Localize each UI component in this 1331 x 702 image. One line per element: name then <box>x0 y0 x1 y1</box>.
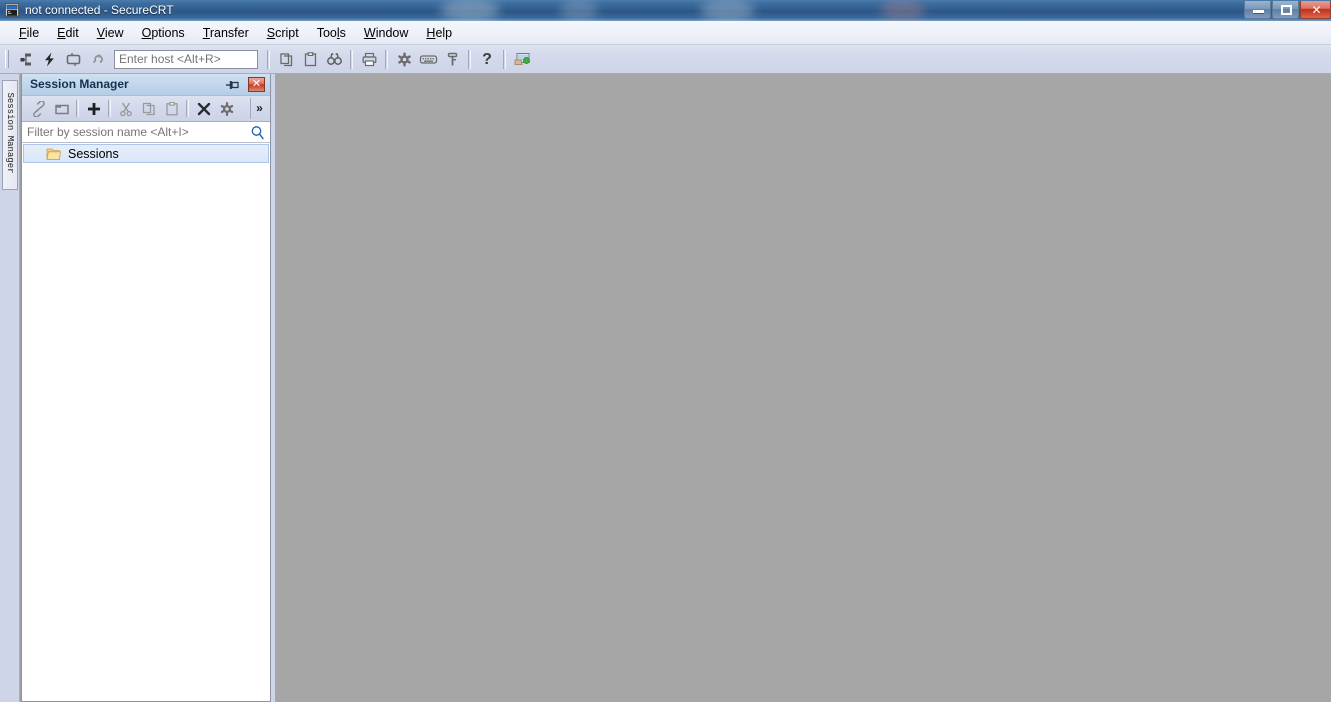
delete-icon[interactable] <box>192 98 215 120</box>
minimize-button[interactable] <box>1244 1 1271 19</box>
close-panel-button[interactable]: ✕ <box>248 77 265 92</box>
session-tree: Sessions <box>22 143 270 163</box>
session-options-icon[interactable] <box>510 47 534 71</box>
properties-gear-icon[interactable] <box>215 98 238 120</box>
quick-connect-icon[interactable] <box>37 47 61 71</box>
connect-icon[interactable] <box>13 47 37 71</box>
session-manager-header[interactable]: Session Manager ✕ <box>22 74 270 96</box>
auto-hide-pin-icon[interactable] <box>225 78 240 92</box>
window-title: not connected - SecureCRT <box>25 3 174 17</box>
maximize-glyph <box>1281 5 1292 15</box>
host-input[interactable] <box>114 49 258 69</box>
filter-input[interactable] <box>22 122 247 142</box>
tree-item-sessions[interactable]: Sessions <box>23 144 269 163</box>
title-bar[interactable]: not connected - SecureCRT ✕ <box>0 0 1331 21</box>
menu-tools[interactable]: Tools <box>308 23 355 43</box>
panel-toolbar-separator-3 <box>186 100 189 117</box>
filter-row <box>22 122 270 143</box>
side-tab-session-manager[interactable]: Session Manager <box>2 80 18 190</box>
close-panel-glyph: ✕ <box>251 78 262 90</box>
tree-item-label: Sessions <box>68 146 119 161</box>
toolbar-separator-4 <box>468 49 471 69</box>
key-icon[interactable] <box>440 47 464 71</box>
cut-icon[interactable] <box>114 98 137 120</box>
menu-script[interactable]: Script <box>258 23 308 43</box>
toolbar-overflow-button[interactable]: » <box>250 98 268 119</box>
titlebar-glass-4 <box>880 0 925 21</box>
menu-file[interactable]: File <box>10 23 48 43</box>
minimize-glyph <box>1253 10 1264 13</box>
reconnect-icon[interactable] <box>85 47 109 71</box>
toolbar-separator-2 <box>350 49 353 69</box>
menu-bar: File Edit View Options Transfer Script T… <box>0 21 1331 45</box>
session-manager-toolbar: » <box>22 96 270 122</box>
toolbar-separator-3 <box>385 49 388 69</box>
window-controls: ✕ <box>1243 1 1331 21</box>
toolbar-grip[interactable] <box>3 48 11 70</box>
securecrt-icon <box>4 3 20 17</box>
folder-icon <box>46 148 62 160</box>
close-button[interactable]: ✕ <box>1300 1 1331 19</box>
gear-icon[interactable] <box>392 47 416 71</box>
connect-in-tab-icon[interactable] <box>61 47 85 71</box>
titlebar-glass-1 <box>440 0 500 21</box>
terminal-area[interactable] <box>275 74 1331 702</box>
copy-icon[interactable] <box>274 47 298 71</box>
panel-toolbar-separator-2 <box>108 100 111 117</box>
find-icon[interactable] <box>322 47 346 71</box>
menu-options[interactable]: Options <box>133 23 194 43</box>
titlebar-glass-3 <box>700 0 755 21</box>
close-glyph: ✕ <box>1311 3 1322 17</box>
connect-session-icon[interactable] <box>27 98 50 120</box>
print-icon[interactable] <box>357 47 381 71</box>
search-icon[interactable] <box>250 125 265 140</box>
main-toolbar: ? <box>0 45 1331 74</box>
menu-window[interactable]: Window <box>355 23 417 43</box>
toolbar-separator-5 <box>503 49 506 69</box>
session-manager-panel: Session Manager ✕ » Filter by session na… <box>21 74 271 702</box>
titlebar-glass-2 <box>560 0 598 21</box>
side-tab-strip: Session Manager <box>0 74 20 702</box>
maximize-button[interactable] <box>1272 1 1299 19</box>
menu-transfer[interactable]: Transfer <box>194 23 258 43</box>
menu-view[interactable]: View <box>88 23 133 43</box>
help-icon[interactable]: ? <box>475 47 499 71</box>
keyboard-icon[interactable] <box>416 47 440 71</box>
connect-in-tab-icon[interactable] <box>50 98 73 120</box>
menu-help[interactable]: Help <box>417 23 461 43</box>
copy-icon[interactable] <box>137 98 160 120</box>
panel-toolbar-separator-1 <box>76 100 79 117</box>
paste-icon[interactable] <box>160 98 183 120</box>
side-tab-label: Session Manager <box>5 92 15 174</box>
new-session-icon[interactable] <box>82 98 105 120</box>
toolbar-separator-1 <box>267 49 270 69</box>
panel-title: Session Manager <box>30 77 129 91</box>
menu-edit[interactable]: Edit <box>48 23 88 43</box>
paste-icon[interactable] <box>298 47 322 71</box>
